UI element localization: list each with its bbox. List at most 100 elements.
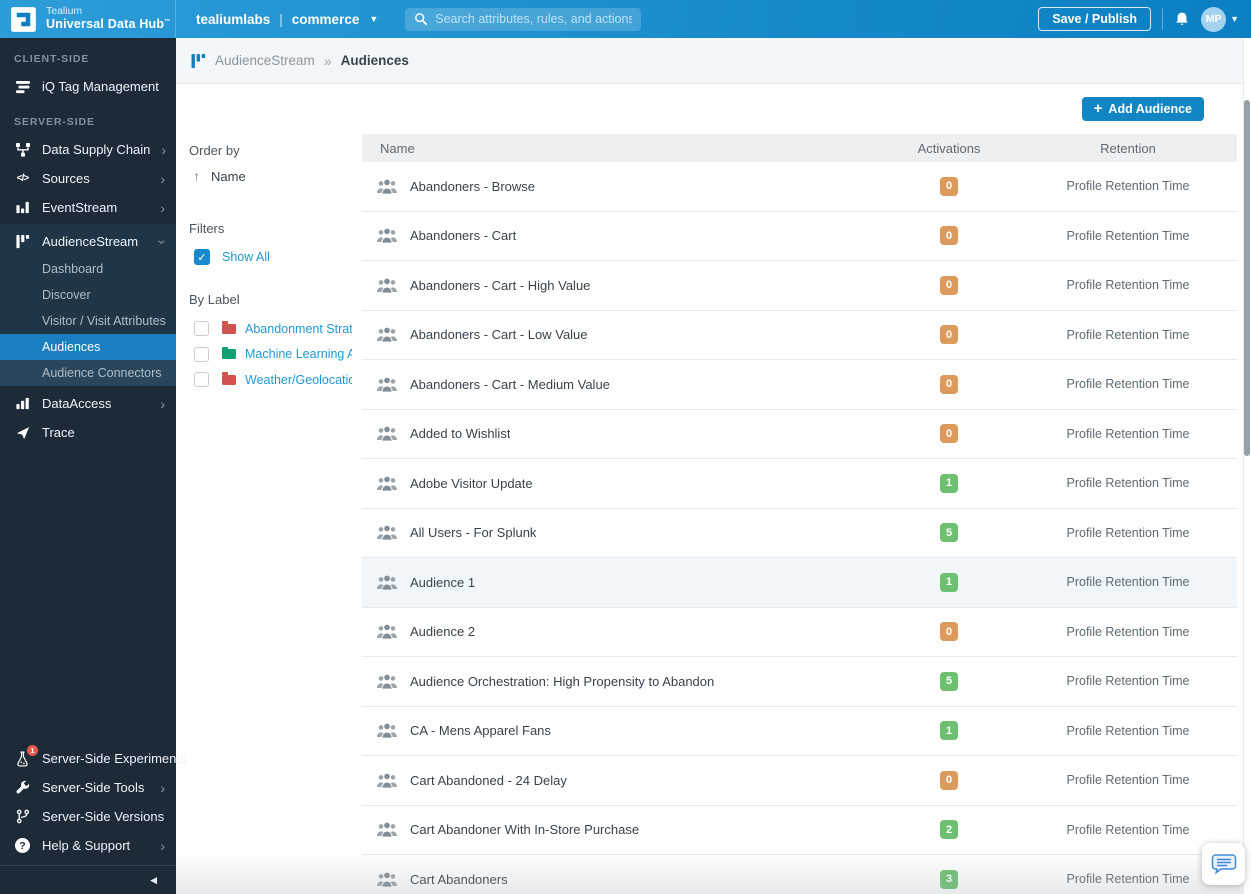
column-header-retention[interactable]: Retention bbox=[1019, 141, 1237, 156]
audience-row[interactable]: Abandoners - Browse 0 Profile Retention … bbox=[362, 162, 1237, 212]
save-publish-button[interactable]: Save / Publish bbox=[1038, 7, 1152, 31]
sidebar-item-label: Help & Support bbox=[42, 838, 131, 853]
brand[interactable]: Tealium Universal Data Hub™ bbox=[0, 0, 176, 38]
audience-row[interactable]: Audience Orchestration: High Propensity … bbox=[362, 657, 1237, 707]
audience-row[interactable]: Abandoners - Cart - Low Value 0 Profile … bbox=[362, 310, 1237, 360]
retention-cell: Profile Retention Time bbox=[1019, 476, 1237, 490]
audience-name: Audience 2 bbox=[410, 624, 476, 640]
audience-name-cell: Cart Abandoned - 24 Delay bbox=[362, 773, 879, 788]
sidebar-item-sources[interactable]: </> Sources › bbox=[0, 164, 176, 193]
audience-row[interactable]: Cart Abandoners 3 Profile Retention Time bbox=[362, 855, 1237, 894]
audience-name-cell: Abandoners - Cart - High Value bbox=[362, 278, 879, 293]
audience-row[interactable]: Abandoners - Cart - High Value 0 Profile… bbox=[362, 261, 1237, 311]
sidebar-item-server-side-versions[interactable]: Server-Side Versions bbox=[0, 802, 176, 831]
audience-group-icon bbox=[376, 426, 398, 441]
account-name: tealiumlabs bbox=[196, 11, 271, 27]
notifications-bell-icon[interactable] bbox=[1174, 11, 1190, 28]
audience-row[interactable]: All Users - For Splunk 5 Profile Retenti… bbox=[362, 508, 1237, 558]
retention-cell: Profile Retention Time bbox=[1019, 575, 1237, 589]
chevron-right-icon: › bbox=[160, 779, 165, 796]
sidebar-item-discover[interactable]: Discover bbox=[0, 282, 176, 308]
chevron-right-icon: › bbox=[160, 199, 165, 216]
avatar[interactable]: MP bbox=[1201, 6, 1227, 32]
audience-name-cell: Adobe Visitor Update bbox=[362, 476, 879, 491]
activations-cell: 0 bbox=[879, 176, 1019, 196]
sidebar-item-trace[interactable]: Trace bbox=[0, 418, 176, 447]
activations-badge: 3 bbox=[940, 869, 958, 889]
sidebar-item-label: AudienceStream bbox=[42, 234, 139, 249]
tealium-logo-icon bbox=[10, 6, 37, 33]
column-header-name[interactable]: Name bbox=[362, 141, 879, 156]
sources-icon: </> bbox=[16, 173, 29, 184]
sidebar-item-server-side-experiments[interactable]: 1 Server-Side Experiments bbox=[0, 744, 187, 773]
activations-badge: 0 bbox=[940, 226, 958, 246]
brand-text: Tealium Universal Data Hub™ bbox=[46, 6, 170, 31]
search-input[interactable] bbox=[435, 12, 633, 26]
sidebar-item-audience-connectors[interactable]: Audience Connectors bbox=[0, 360, 176, 386]
label-checkbox[interactable] bbox=[194, 321, 209, 337]
sidebar-item-eventstream[interactable]: EventStream › bbox=[0, 193, 176, 222]
activations-badge: 2 bbox=[940, 820, 958, 840]
profile-name: commerce bbox=[291, 11, 360, 27]
activations-badge: 1 bbox=[940, 572, 958, 592]
audience-row[interactable]: Abandoners - Cart 0 Profile Retention Ti… bbox=[362, 211, 1237, 261]
audience-name-cell: Cart Abandoner With In-Store Purchase bbox=[362, 822, 879, 837]
label-checkbox[interactable] bbox=[194, 372, 209, 388]
audience-group-icon bbox=[376, 476, 398, 491]
global-search[interactable] bbox=[405, 7, 642, 31]
sidebar-item-data-supply-chain[interactable]: Data Supply Chain › bbox=[0, 135, 176, 164]
audience-row[interactable]: Audience 2 0 Profile Retention Time bbox=[362, 607, 1237, 657]
activations-badge: 0 bbox=[940, 374, 958, 394]
add-audience-button[interactable]: + Add Audience bbox=[1081, 97, 1204, 121]
label-checkbox[interactable] bbox=[194, 346, 209, 362]
user-menu[interactable]: MP ▼ bbox=[1201, 6, 1239, 32]
column-header-activations[interactable]: Activations bbox=[879, 141, 1019, 156]
sidebar-item-visitor-visit-attributes[interactable]: Visitor / Visit Attributes bbox=[0, 308, 176, 334]
audience-row[interactable]: Abandoners - Cart - Medium Value 0 Profi… bbox=[362, 360, 1237, 410]
sidebar-item-audiences[interactable]: Audiences bbox=[0, 334, 176, 360]
sidebar-item-server-side-tools[interactable]: Server-Side Tools › bbox=[0, 773, 176, 802]
retention-cell: Profile Retention Time bbox=[1019, 328, 1237, 342]
vertical-scrollbar[interactable] bbox=[1243, 38, 1251, 894]
label-filter-item[interactable]: Weather/Geolocation bbox=[194, 367, 352, 393]
activations-badge: 0 bbox=[940, 275, 958, 295]
sidebar-item-iq-tag-management[interactable]: iQ Tag Management bbox=[0, 72, 176, 101]
label-filter-item[interactable]: Abandonment Strat... bbox=[194, 316, 352, 342]
audience-row[interactable]: CA - Mens Apparel Fans 1 Profile Retenti… bbox=[362, 706, 1237, 756]
retention-value: Profile Retention Time bbox=[1066, 525, 1190, 540]
audience-row[interactable]: Added to Wishlist 0 Profile Retention Ti… bbox=[362, 409, 1237, 459]
sidebar-item-dashboard[interactable]: Dashboard bbox=[0, 256, 176, 282]
chevron-right-icon: › bbox=[161, 141, 167, 158]
audience-row[interactable]: Adobe Visitor Update 1 Profile Retention… bbox=[362, 459, 1237, 509]
retention-cell: Profile Retention Time bbox=[1019, 526, 1237, 540]
activations-cell: 0 bbox=[879, 374, 1019, 394]
audience-name-cell: Abandoners - Cart - Low Value bbox=[362, 327, 879, 342]
show-all-checkbox[interactable]: ✓ bbox=[194, 249, 210, 265]
label-filter-item[interactable]: Machine Learning A... bbox=[194, 342, 352, 368]
breadcrumb-parent[interactable]: AudienceStream bbox=[215, 53, 315, 68]
sidebar-collapse[interactable]: ◀ bbox=[0, 865, 176, 894]
activations-cell: 5 bbox=[879, 523, 1019, 543]
order-by-label: Order by bbox=[189, 143, 240, 158]
show-all-filter[interactable]: ✓ Show All bbox=[194, 249, 352, 265]
user-caret-down-icon: ▼ bbox=[1230, 14, 1239, 24]
scrollbar-thumb[interactable] bbox=[1244, 100, 1250, 456]
audience-row[interactable]: Cart Abandoned - 24 Delay 0 Profile Rete… bbox=[362, 756, 1237, 806]
app-root: Tealium Universal Data Hub™ tealiumlabs … bbox=[0, 0, 1251, 894]
filter-panel: Order by ↑ Name Filters ✓ Show All By La… bbox=[176, 134, 362, 894]
sidebar-item-label: iQ Tag Management bbox=[42, 79, 159, 94]
sidebar-item-help-support[interactable]: ? Help & Support › bbox=[0, 831, 176, 860]
label-name: Abandonment Strat... bbox=[245, 321, 352, 336]
sidebar-item-dataaccess[interactable]: DataAccess › bbox=[0, 389, 176, 418]
retention-cell: Profile Retention Time bbox=[1019, 377, 1237, 391]
label-name: Weather/Geolocation bbox=[245, 372, 352, 387]
order-by-control[interactable]: ↑ Name bbox=[193, 168, 352, 184]
chat-widget-button[interactable] bbox=[1202, 843, 1245, 885]
activations-cell: 0 bbox=[879, 622, 1019, 642]
audience-row[interactable]: Audience 1 1 Profile Retention Time bbox=[362, 558, 1237, 608]
account-profile-switcher[interactable]: tealiumlabs | commerce ▼ bbox=[196, 12, 378, 27]
activations-cell: 1 bbox=[879, 572, 1019, 592]
brand-trademark: ™ bbox=[164, 18, 171, 25]
sidebar-item-audiencestream[interactable]: AudienceStream › bbox=[0, 227, 176, 256]
audience-row[interactable]: Cart Abandoner With In-Store Purchase 2 … bbox=[362, 805, 1237, 855]
